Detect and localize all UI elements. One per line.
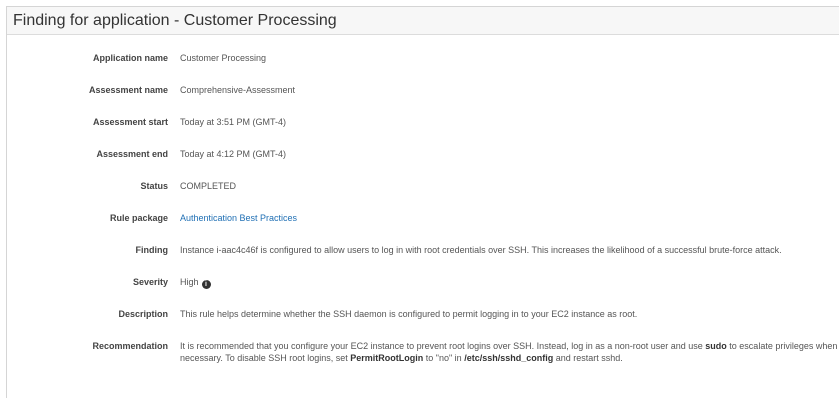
assessment-end-value: Today at 4:12 PM (GMT-4) (180, 149, 287, 159)
assessment-name-value: Comprehensive-Assessment (180, 85, 296, 95)
recommendation-text-4: and restart sshd. (553, 353, 623, 363)
rule-package-label: Rule package (109, 213, 168, 223)
assessment-name-label: Assessment name (88, 85, 168, 95)
assessment-start-value: Today at 3:51 PM (GMT-4) (180, 117, 287, 127)
severity-value-container: High i (180, 276, 839, 289)
status-value: COMPLETED (180, 181, 237, 191)
recommendation-label: Recommendation (92, 341, 168, 351)
finding-value: Instance i-aac4c46f is configured to all… (180, 245, 782, 255)
rule-package-link[interactable]: Authentication Best Practices (180, 212, 839, 224)
recommendation-text-3: to "no" in (423, 353, 465, 363)
finding-panel: Finding for application - Customer Proce… (6, 6, 839, 398)
recommendation-sshd-config-path: /etc/ssh/sshd_config (464, 353, 554, 363)
recommendation-value: It is recommended that you configure you… (180, 340, 839, 364)
description-label: Description (118, 309, 168, 319)
description-value: This rule helps determine whether the SS… (180, 309, 638, 319)
finding-label: Finding (135, 245, 169, 255)
recommendation-sudo: sudo (705, 341, 727, 351)
recommendation-permit-root-login: PermitRootLogin (350, 353, 424, 363)
info-icon[interactable]: i (201, 280, 211, 289)
severity-label: Severity (132, 277, 168, 287)
application-name-label: Application name (92, 53, 168, 63)
application-name-value: Customer Processing (180, 53, 267, 63)
panel-title: Finding for application - Customer Proce… (13, 12, 337, 29)
panel-header: Finding for application - Customer Proce… (7, 7, 839, 35)
assessment-start-label: Assessment start (92, 117, 168, 127)
assessment-end-label: Assessment end (96, 149, 168, 159)
status-label: Status (140, 181, 168, 191)
recommendation-text-1: It is recommended that you configure you… (180, 341, 706, 351)
severity-value: High (180, 277, 199, 287)
